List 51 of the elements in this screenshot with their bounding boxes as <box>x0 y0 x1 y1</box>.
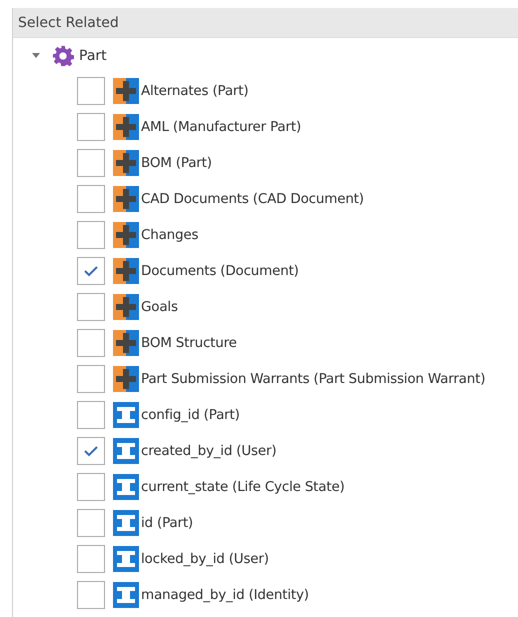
tree-item-label[interactable]: locked_by_id (User) <box>141 551 269 567</box>
tree-item-label[interactable]: AML (Manufacturer Part) <box>141 119 302 135</box>
checkmark-icon <box>83 265 99 277</box>
property-icon <box>113 546 139 572</box>
panel-title: Select Related <box>18 14 119 30</box>
checkbox[interactable] <box>77 149 105 177</box>
checkbox[interactable] <box>77 401 105 429</box>
tree-item-label[interactable]: CAD Documents (CAD Document) <box>141 191 364 207</box>
checkbox[interactable] <box>77 293 105 321</box>
tree-item-label[interactable]: id (Part) <box>141 515 193 531</box>
checkbox[interactable] <box>77 257 105 285</box>
relationship-icon <box>113 366 139 392</box>
tree-item-label[interactable]: current_state (Life Cycle State) <box>141 479 345 495</box>
caret-icon[interactable] <box>32 53 40 58</box>
tree-item-label[interactable]: Goals <box>141 299 178 315</box>
checkbox[interactable] <box>77 185 105 213</box>
tree-item-label[interactable]: BOM Structure <box>141 335 237 351</box>
checkbox[interactable] <box>77 473 105 501</box>
checkbox[interactable] <box>77 221 105 249</box>
property-icon <box>113 510 139 536</box>
relationship-icon <box>113 186 139 212</box>
tree-item-label[interactable]: Documents (Document) <box>141 263 299 279</box>
tree-item-label[interactable]: Part Submission Warrants (Part Submission Warrant) <box>141 371 486 387</box>
tree-item-label[interactable]: created_by_id (User) <box>141 443 276 459</box>
checkbox[interactable] <box>77 329 105 357</box>
checkbox[interactable] <box>77 77 105 105</box>
checkmark-icon <box>83 445 99 457</box>
checkbox[interactable] <box>77 437 105 465</box>
checkbox[interactable] <box>77 365 105 393</box>
checkbox[interactable] <box>77 545 105 573</box>
property-icon <box>113 474 139 500</box>
tree-item-label[interactable]: Alternates (Part) <box>141 83 248 99</box>
checkbox[interactable] <box>77 509 105 537</box>
checkbox[interactable] <box>77 113 105 141</box>
relationship-icon <box>113 294 139 320</box>
relationship-icon <box>113 150 139 176</box>
relationship-icon <box>113 78 139 104</box>
tree-item-label[interactable]: config_id (Part) <box>141 407 240 423</box>
gear-icon <box>52 44 74 66</box>
tree-node-label[interactable]: Part <box>79 48 107 64</box>
property-icon <box>113 438 139 464</box>
checkbox[interactable] <box>77 581 105 609</box>
property-icon <box>113 402 139 428</box>
tree-item-label[interactable]: Changes <box>141 227 198 243</box>
relationship-icon <box>113 114 139 140</box>
relationship-icon <box>113 222 139 248</box>
property-icon <box>113 582 139 608</box>
relationship-icon <box>113 330 139 356</box>
relationship-icon <box>113 258 139 284</box>
tree-item-label[interactable]: BOM (Part) <box>141 155 212 171</box>
tree-item-label[interactable]: managed_by_id (Identity) <box>141 587 309 603</box>
